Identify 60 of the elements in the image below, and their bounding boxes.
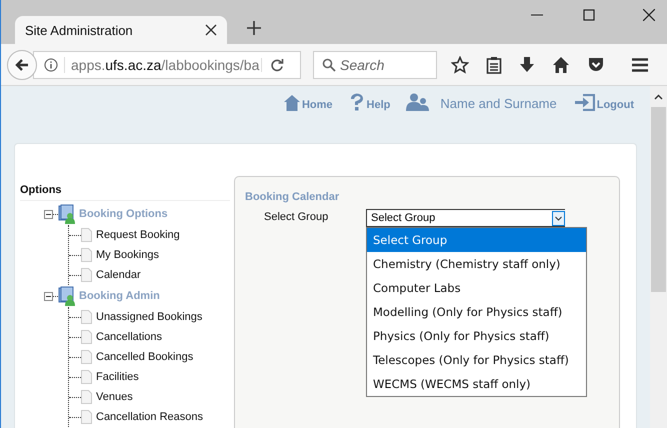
address-bar[interactable]: apps.ufs.ac.za/labbookings/ba xyxy=(33,50,301,78)
sidebar-title: Options xyxy=(20,184,230,201)
page-icon xyxy=(81,310,92,324)
close-icon[interactable] xyxy=(643,9,655,21)
folder-icon xyxy=(58,204,76,224)
maximize-icon[interactable] xyxy=(583,9,595,21)
info-icon[interactable] xyxy=(44,58,58,72)
caret-icon xyxy=(552,210,565,226)
tree-item[interactable]: Cancellation Reasons xyxy=(96,411,204,423)
dropdown-option[interactable]: Physics (Only for Physics staff) xyxy=(367,324,586,348)
menu-icon[interactable] xyxy=(631,56,649,72)
tab-title: Site Administration xyxy=(25,22,134,38)
users-icon xyxy=(406,93,430,111)
group-dropdown[interactable]: Select Group xyxy=(366,209,565,227)
tree-item[interactable]: My Bookings xyxy=(96,249,159,261)
home-icon[interactable] xyxy=(552,56,570,74)
page-icon xyxy=(81,228,92,242)
page-icon xyxy=(81,248,92,262)
page-icon xyxy=(81,268,92,282)
back-button[interactable] xyxy=(7,50,37,80)
dropdown-option[interactable]: Chemistry (Chemistry staff only) xyxy=(367,252,586,276)
panel-title: Booking Calendar xyxy=(245,191,340,203)
page-icon xyxy=(81,370,92,384)
tree-item[interactable]: Calendar xyxy=(96,269,141,281)
exit-icon xyxy=(574,94,595,111)
pocket-icon[interactable] xyxy=(587,56,605,74)
house-icon xyxy=(284,95,300,111)
collapse-icon[interactable] xyxy=(44,292,53,300)
dropdown-option[interactable]: Select Group xyxy=(367,228,586,252)
field-label: Select Group xyxy=(264,210,330,225)
page-icon xyxy=(81,350,92,364)
search-field[interactable]: Search xyxy=(313,50,437,78)
page-icon xyxy=(81,330,92,344)
close-icon[interactable] xyxy=(205,24,217,36)
scrollbar[interactable] xyxy=(650,86,667,428)
question-mark-icon xyxy=(348,93,365,111)
star-icon[interactable] xyxy=(451,56,469,74)
reload-icon[interactable] xyxy=(261,58,284,72)
tree-item[interactable]: Unassigned Bookings xyxy=(96,311,202,323)
clipboard-icon[interactable] xyxy=(486,56,502,74)
scroll-thumb[interactable] xyxy=(651,107,666,292)
collapse-icon[interactable] xyxy=(44,210,53,218)
download-icon[interactable] xyxy=(519,56,535,74)
dropdown-option[interactable]: Telescopes (Only for Physics staff) xyxy=(367,348,586,372)
tree-item[interactable]: Cancellations xyxy=(96,331,162,343)
back-arrow-icon xyxy=(14,56,30,72)
folder-icon xyxy=(58,286,76,306)
dropdown-option[interactable]: Modelling (Only for Physics staff) xyxy=(367,300,586,324)
dropdown-option[interactable]: Computer Labs xyxy=(367,276,586,300)
browser-tab[interactable]: Site Administration xyxy=(15,16,227,44)
tree-item[interactable]: Cancelled Bookings xyxy=(96,351,194,363)
tree-item[interactable]: Request Booking xyxy=(96,229,180,241)
page-icon xyxy=(81,390,92,404)
url-text: apps.ufs.ac.za/labbookings/ba xyxy=(64,56,257,72)
tree-item[interactable]: Venues xyxy=(96,391,133,403)
dropdown-option[interactable]: WECMS (WECMS staff only) xyxy=(367,372,586,396)
scroll-up-icon[interactable] xyxy=(654,94,663,100)
page-icon xyxy=(81,410,92,424)
new-tab-icon[interactable] xyxy=(247,21,261,35)
tree-item[interactable]: Facilities xyxy=(96,371,139,383)
